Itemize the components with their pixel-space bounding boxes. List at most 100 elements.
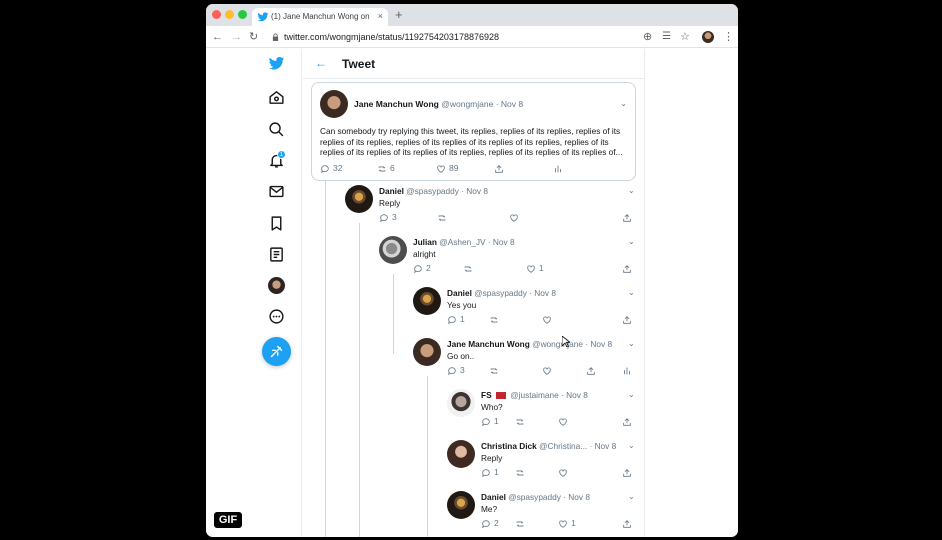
reply-tweet[interactable]: Daniel @spasypaddy · Nov 8 ⌄ Yes you 1 — [413, 287, 638, 338]
share-action[interactable] — [494, 163, 507, 175]
author-name[interactable]: Daniel — [447, 288, 472, 298]
chevron-down-icon[interactable]: ⌄ — [628, 237, 635, 246]
extension-icon[interactable]: ⊕ — [643, 30, 652, 44]
reply-action[interactable]: 3 — [379, 212, 397, 224]
retweet-action[interactable] — [515, 467, 528, 479]
like-action[interactable] — [558, 416, 571, 428]
reload-button[interactable]: ↻ — [249, 30, 258, 44]
analytics-action[interactable] — [622, 365, 635, 377]
author-handle[interactable]: @Ashen_JV — [439, 237, 485, 247]
lists-icon[interactable] — [268, 246, 285, 263]
chevron-down-icon[interactable]: ⌄ — [628, 339, 635, 348]
share-action[interactable] — [622, 416, 635, 428]
author-handle[interactable]: @spasypaddy — [406, 186, 459, 196]
reply-tweet[interactable]: Daniel @spasypaddy · Nov 8 ⌄ Me? 2 1 — [447, 491, 638, 537]
reply-tweet[interactable]: Daniel @spasypaddy · Nov 8 ⌄ Reply 3 — [345, 185, 638, 236]
browser-menu-icon[interactable]: ⋮ — [723, 30, 734, 44]
reply-action[interactable]: 2 — [413, 263, 431, 275]
author-handle[interactable]: @Christina... — [539, 441, 587, 451]
chevron-down-icon[interactable]: ⌄ — [628, 492, 635, 501]
author-name[interactable]: Julian — [413, 237, 437, 247]
tab-close-icon[interactable]: × — [378, 11, 383, 21]
author-name[interactable]: Jane Manchun Wong — [447, 339, 530, 349]
retweet-action[interactable] — [437, 212, 450, 224]
retweet-action[interactable] — [515, 416, 528, 428]
reply-action[interactable]: 1 — [481, 467, 499, 479]
author-handle[interactable]: @spasypaddy — [508, 492, 561, 502]
main-tweet[interactable]: Jane Manchun Wong @wongmjane · Nov 8 ⌄ C… — [311, 82, 636, 181]
author-handle[interactable]: @wongmjane — [441, 99, 493, 109]
tweet-date[interactable]: · Nov 8 — [563, 492, 590, 502]
retweet-action[interactable]: 6 — [377, 163, 395, 175]
new-tab-button[interactable]: + — [395, 8, 403, 22]
avatar[interactable] — [413, 338, 441, 366]
like-action[interactable]: 89 — [436, 163, 458, 175]
tweet-date[interactable]: · Nov 8 — [488, 237, 515, 247]
analytics-action[interactable] — [553, 163, 566, 175]
avatar[interactable] — [320, 90, 348, 118]
avatar[interactable] — [345, 185, 373, 213]
bookmark-star-icon[interactable]: ☆ — [680, 30, 690, 44]
chevron-down-icon[interactable]: ⌄ — [628, 390, 635, 399]
avatar[interactable] — [413, 287, 441, 315]
reply-action[interactable]: 1 — [481, 416, 499, 428]
tweet-date[interactable]: · Nov 8 — [496, 99, 523, 109]
reply-tweet[interactable]: Jane Manchun Wong @wongmjane · Nov 8 ⌄ Go … — [413, 338, 638, 389]
share-action[interactable] — [622, 314, 635, 326]
tweet-date[interactable]: · Nov 8 — [585, 339, 612, 349]
like-action[interactable]: 1 — [526, 263, 544, 275]
minimize-window-button[interactable] — [225, 10, 234, 19]
maximize-window-button[interactable] — [238, 10, 247, 19]
profile-avatar-nav[interactable] — [268, 277, 285, 294]
avatar[interactable] — [447, 491, 475, 519]
avatar[interactable] — [379, 236, 407, 264]
chevron-down-icon[interactable]: ⌄ — [628, 186, 635, 195]
tweet-date[interactable]: · Nov 8 — [529, 288, 556, 298]
reply-tweet[interactable]: Julian @Ashen_JV · Nov 8 ⌄ alright 2 1 — [379, 236, 638, 287]
retweet-action[interactable] — [463, 263, 476, 275]
like-action[interactable] — [558, 467, 571, 479]
twitter-logo-icon[interactable] — [268, 55, 285, 72]
profile-avatar[interactable] — [702, 31, 714, 43]
reply-action[interactable]: 1 — [447, 314, 465, 326]
author-handle[interactable]: @wongmjane — [532, 339, 583, 349]
more-options-icon[interactable] — [268, 308, 285, 325]
home-icon[interactable] — [268, 89, 285, 106]
like-action[interactable]: 1 — [558, 518, 576, 530]
reading-list-icon[interactable]: ☰ — [662, 30, 671, 44]
compose-tweet-button[interactable] — [262, 337, 291, 366]
reply-tweet[interactable]: FS @justaimane · Nov 8 ⌄ Who? 1 — [447, 389, 638, 440]
search-icon[interactable] — [268, 121, 285, 138]
reply-action[interactable]: 3 — [447, 365, 465, 377]
share-action[interactable] — [622, 263, 635, 275]
back-button[interactable]: ← — [212, 30, 223, 44]
share-action[interactable] — [586, 365, 599, 377]
back-arrow-icon[interactable]: ← — [315, 56, 327, 70]
like-action[interactable] — [509, 212, 522, 224]
chevron-down-icon[interactable]: ⌄ — [620, 99, 627, 108]
reply-tweet[interactable]: Christina Dick @Christina... · Nov 8 ⌄ Rep… — [447, 440, 638, 491]
share-action[interactable] — [622, 212, 635, 224]
address-bar[interactable]: twitter.com/wongmjane/status/11927542031… — [284, 32, 499, 42]
author-name[interactable]: FS — [481, 390, 492, 400]
tweet-date[interactable]: · Nov 8 — [461, 186, 488, 196]
chevron-down-icon[interactable]: ⌄ — [628, 441, 635, 450]
retweet-action[interactable] — [489, 314, 502, 326]
author-name[interactable]: Christina Dick — [481, 441, 537, 451]
bookmarks-icon[interactable] — [268, 215, 285, 232]
messages-envelope-icon[interactable] — [268, 183, 285, 200]
avatar[interactable] — [447, 389, 475, 417]
chevron-down-icon[interactable]: ⌄ — [628, 288, 635, 297]
author-handle[interactable]: @spasypaddy — [474, 288, 527, 298]
reply-action[interactable]: 32 — [320, 163, 342, 175]
avatar[interactable] — [447, 440, 475, 468]
retweet-action[interactable] — [515, 518, 528, 530]
author-handle[interactable]: @justaimane — [510, 390, 559, 400]
author-name[interactable]: Daniel — [379, 186, 404, 196]
author-name[interactable]: Jane Manchun Wong — [354, 99, 439, 109]
browser-tab[interactable]: (1) Jane Manchun Wong on Twi × — [252, 8, 388, 26]
tweet-date[interactable]: · Nov 8 — [590, 441, 617, 451]
retweet-action[interactable] — [489, 365, 502, 377]
reply-action[interactable]: 2 — [481, 518, 499, 530]
like-action[interactable] — [542, 314, 555, 326]
